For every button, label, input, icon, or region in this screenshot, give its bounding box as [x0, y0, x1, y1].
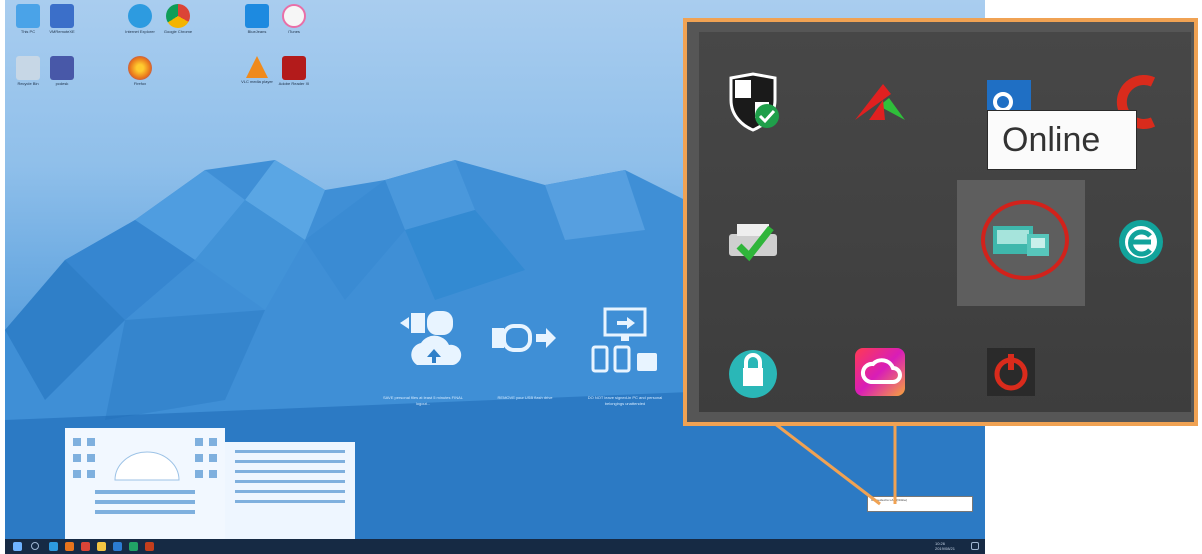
- online-tooltip: Online: [987, 110, 1137, 170]
- power-shutdown-icon[interactable]: [979, 340, 1043, 404]
- eset-icon[interactable]: [1109, 210, 1173, 274]
- red-green-arrow-icon[interactable]: [849, 70, 913, 134]
- highlight-circle: [981, 200, 1069, 280]
- lock-icon[interactable]: [721, 340, 785, 404]
- adobe-creative-cloud-icon[interactable]: [849, 340, 913, 404]
- windows-defender-shield-icon[interactable]: [721, 70, 785, 134]
- printer-check-icon[interactable]: [721, 210, 785, 274]
- system-tray-zoom-callout: Online: [683, 18, 1198, 426]
- tray-overflow-panel: Online: [699, 32, 1191, 412]
